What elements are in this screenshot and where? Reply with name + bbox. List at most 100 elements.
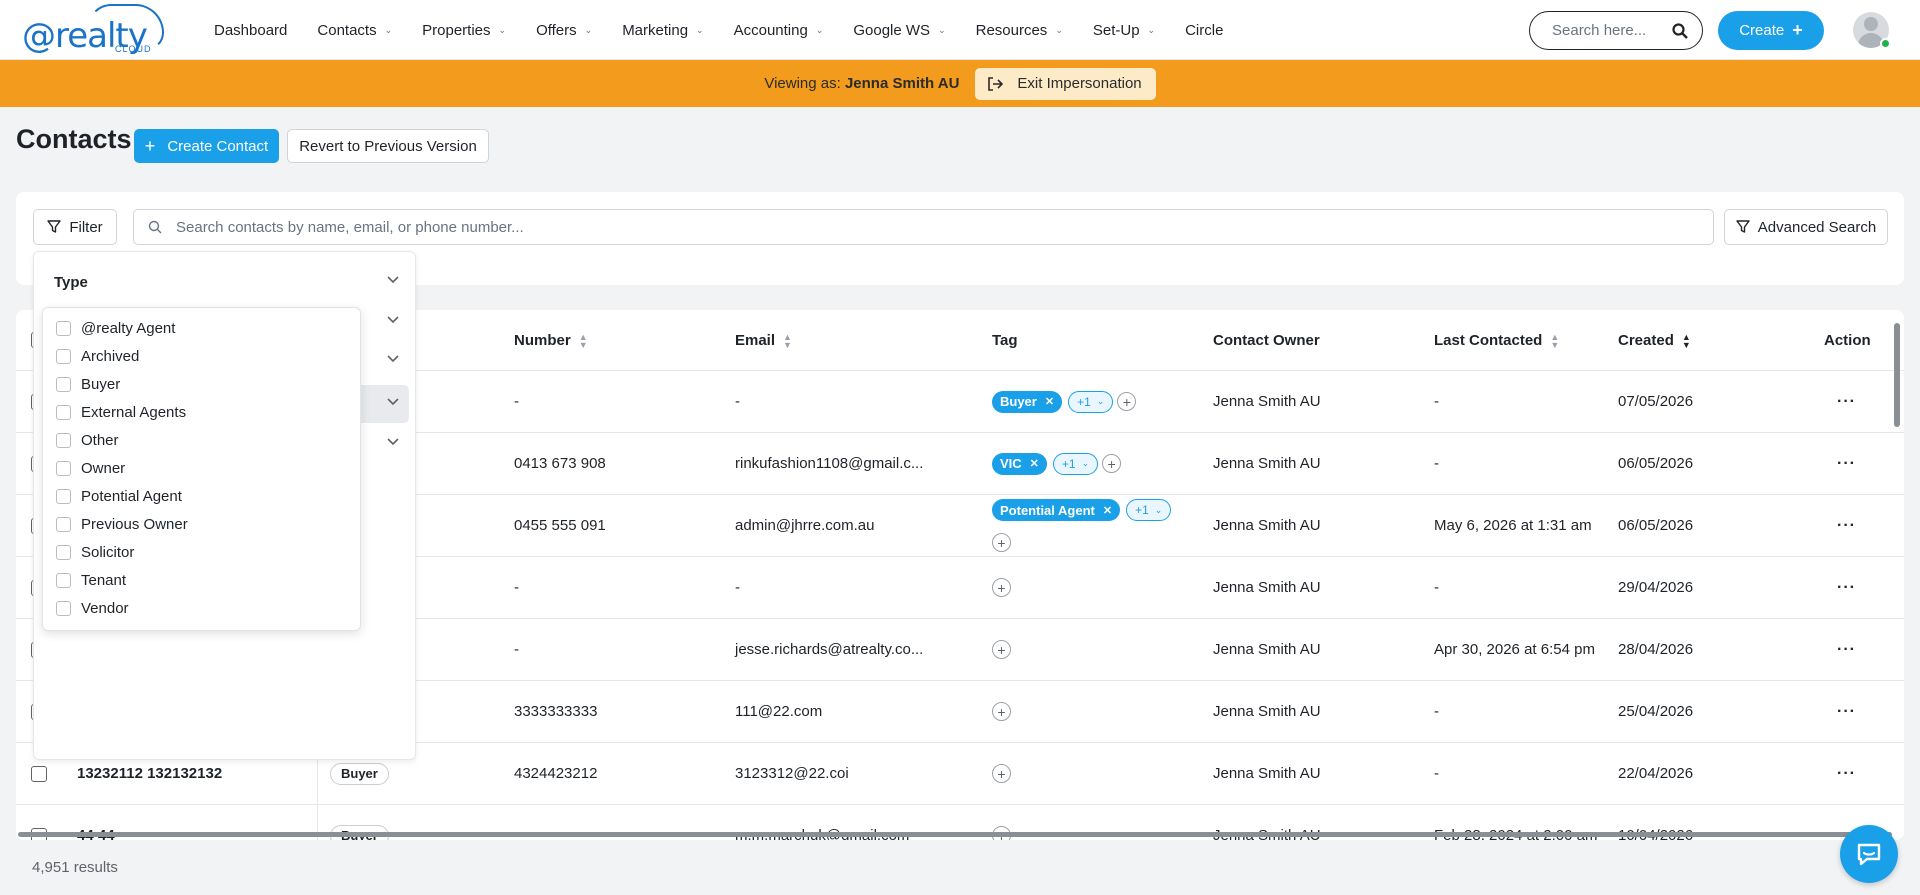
header-number[interactable]: Number ▲ ▼ (514, 310, 588, 371)
type-option[interactable]: External Agents (56, 402, 186, 422)
vertical-scrollbar[interactable] (1894, 323, 1900, 427)
more-actions-icon[interactable]: ··· (1837, 681, 1856, 742)
type-option[interactable]: Archived (56, 346, 139, 366)
nav-item-offers[interactable]: Offers ⌄ (536, 22, 592, 39)
add-tag-icon[interactable]: + (992, 533, 1011, 552)
exit-impersonation-label: Exit Impersonation (1017, 75, 1142, 92)
header-created[interactable]: Created ▲ ▼ (1618, 310, 1691, 371)
chevron-down-icon[interactable] (387, 276, 399, 284)
more-actions-icon[interactable]: ··· (1837, 743, 1856, 804)
option-checkbox[interactable] (56, 544, 71, 560)
add-tag-icon[interactable]: + (992, 640, 1011, 659)
more-actions-icon[interactable]: ··· (1837, 433, 1856, 494)
nav-item-properties[interactable]: Properties ⌄ (422, 22, 506, 39)
tag-chip[interactable]: VIC ✕ (992, 452, 1047, 475)
search-icon[interactable] (1672, 22, 1688, 39)
horizontal-scrollbar[interactable] (18, 832, 1892, 837)
option-checkbox[interactable] (56, 516, 71, 532)
filter-icon (1736, 220, 1750, 233)
create-button-label: Create (1739, 22, 1785, 39)
type-option[interactable]: Potential Agent (56, 486, 182, 506)
nav-item-accounting[interactable]: Accounting ⌄ (734, 22, 824, 39)
contacts-search-placeholder: Search contacts by name, email, or phone… (176, 218, 524, 236)
header-last-contacted[interactable]: Last Contacted ▲ ▼ (1434, 310, 1559, 371)
create-button[interactable]: Create + (1718, 11, 1824, 50)
option-checkbox[interactable] (56, 404, 71, 420)
chevron-down-icon: ⌄ (384, 24, 393, 35)
type-option[interactable]: Buyer (56, 374, 120, 394)
nav-item-dashboard[interactable]: Dashboard (214, 22, 287, 39)
viewing-as-prefix: Viewing as: (764, 75, 841, 92)
filter-icon (47, 220, 62, 233)
nav-item-label: Set-Up (1092, 21, 1140, 39)
type-filter-label: Type (54, 274, 88, 291)
more-tags-chip[interactable]: +1 ⌄ (1068, 390, 1114, 413)
option-checkbox[interactable] (56, 320, 71, 336)
chat-button[interactable] (1840, 825, 1898, 883)
filter-button[interactable]: Filter (33, 209, 117, 245)
contact-owner: Jenna Smith AU (1213, 393, 1321, 410)
create-contact-button[interactable]: + Create Contact (134, 129, 279, 163)
option-checkbox[interactable] (56, 572, 71, 588)
close-icon[interactable]: ✕ (1045, 395, 1054, 408)
tag-cell: + (992, 681, 1011, 742)
chevron-down-icon: ⌄ (696, 24, 704, 35)
option-checkbox[interactable] (56, 460, 71, 476)
add-tag-icon[interactable]: + (992, 702, 1011, 721)
type-option[interactable]: Other (56, 430, 119, 450)
created-date: 25/04/2026 (1618, 703, 1694, 720)
more-actions-icon[interactable]: ··· (1837, 495, 1856, 556)
exit-impersonation-button[interactable]: Exit Impersonation (975, 67, 1156, 100)
chevron-down-icon[interactable] (387, 398, 399, 406)
add-tag-icon[interactable]: + (992, 578, 1011, 597)
sort-icon: ▲ ▼ (1681, 331, 1691, 350)
option-checkbox[interactable] (56, 348, 71, 364)
add-tag-icon[interactable]: + (992, 764, 1011, 783)
type-option[interactable]: Tenant (56, 570, 126, 590)
tag-label: Buyer (1000, 394, 1037, 409)
option-checkbox[interactable] (56, 432, 71, 448)
more-tags-chip[interactable]: +1 ⌄ (1126, 499, 1172, 521)
nav-item-google-ws[interactable]: Google WS ⌄ (853, 22, 945, 39)
last-contacted: May 6, 2026 at 1:31 am (1434, 517, 1592, 534)
chevron-down-icon[interactable] (387, 316, 399, 324)
nav-item-set-up[interactable]: Set-Up ⌄ (1093, 22, 1155, 39)
type-option[interactable]: @realty Agent (56, 318, 175, 338)
option-checkbox[interactable] (56, 488, 71, 504)
row-checkbox[interactable] (31, 766, 47, 782)
tag-chip[interactable]: Potential Agent ✕ (992, 499, 1121, 521)
close-icon[interactable]: ✕ (1030, 457, 1039, 470)
contacts-search-input[interactable]: Search contacts by name, email, or phone… (133, 209, 1714, 245)
created-date: 29/04/2026 (1618, 579, 1694, 596)
nav-item-circle[interactable]: Circle (1185, 22, 1223, 39)
option-checkbox[interactable] (56, 600, 71, 616)
chevron-down-icon[interactable] (387, 438, 399, 446)
nav-item-marketing[interactable]: Marketing ⌄ (622, 22, 703, 39)
more-actions-icon[interactable]: ··· (1837, 371, 1856, 432)
global-search[interactable]: Search here... (1529, 11, 1703, 50)
type-option[interactable]: Previous Owner (56, 514, 188, 534)
logo-subtext: CLOUD (115, 44, 152, 54)
nav-item-label: Dashboard (214, 21, 288, 39)
last-contacted: - (1434, 765, 1439, 782)
type-option[interactable]: Owner (56, 458, 125, 478)
revert-version-button[interactable]: Revert to Previous Version (287, 129, 489, 163)
add-tag-icon[interactable]: + (1117, 392, 1137, 411)
phone-number: - (514, 393, 519, 410)
created-date: 06/05/2026 (1618, 517, 1694, 534)
nav-item-contacts[interactable]: Contacts ⌄ (317, 22, 392, 39)
header-email[interactable]: Email ▲ ▼ (735, 310, 792, 371)
nav-item-resources[interactable]: Resources ⌄ (976, 22, 1063, 39)
close-icon[interactable]: ✕ (1103, 504, 1112, 517)
more-tags-chip[interactable]: +1 ⌄ (1052, 452, 1099, 475)
chevron-down-icon[interactable] (387, 355, 399, 363)
advanced-search-button[interactable]: Advanced Search (1724, 209, 1888, 245)
realty-cloud-logo[interactable]: @realty CLOUD (20, 4, 164, 56)
option-checkbox[interactable] (56, 376, 71, 392)
tag-chip[interactable]: Buyer ✕ (992, 390, 1063, 413)
type-option[interactable]: Solicitor (56, 542, 134, 562)
type-option[interactable]: Vendor (56, 598, 129, 618)
more-actions-icon[interactable]: ··· (1837, 557, 1856, 618)
more-actions-icon[interactable]: ··· (1837, 619, 1856, 680)
add-tag-icon[interactable]: + (1102, 454, 1122, 473)
